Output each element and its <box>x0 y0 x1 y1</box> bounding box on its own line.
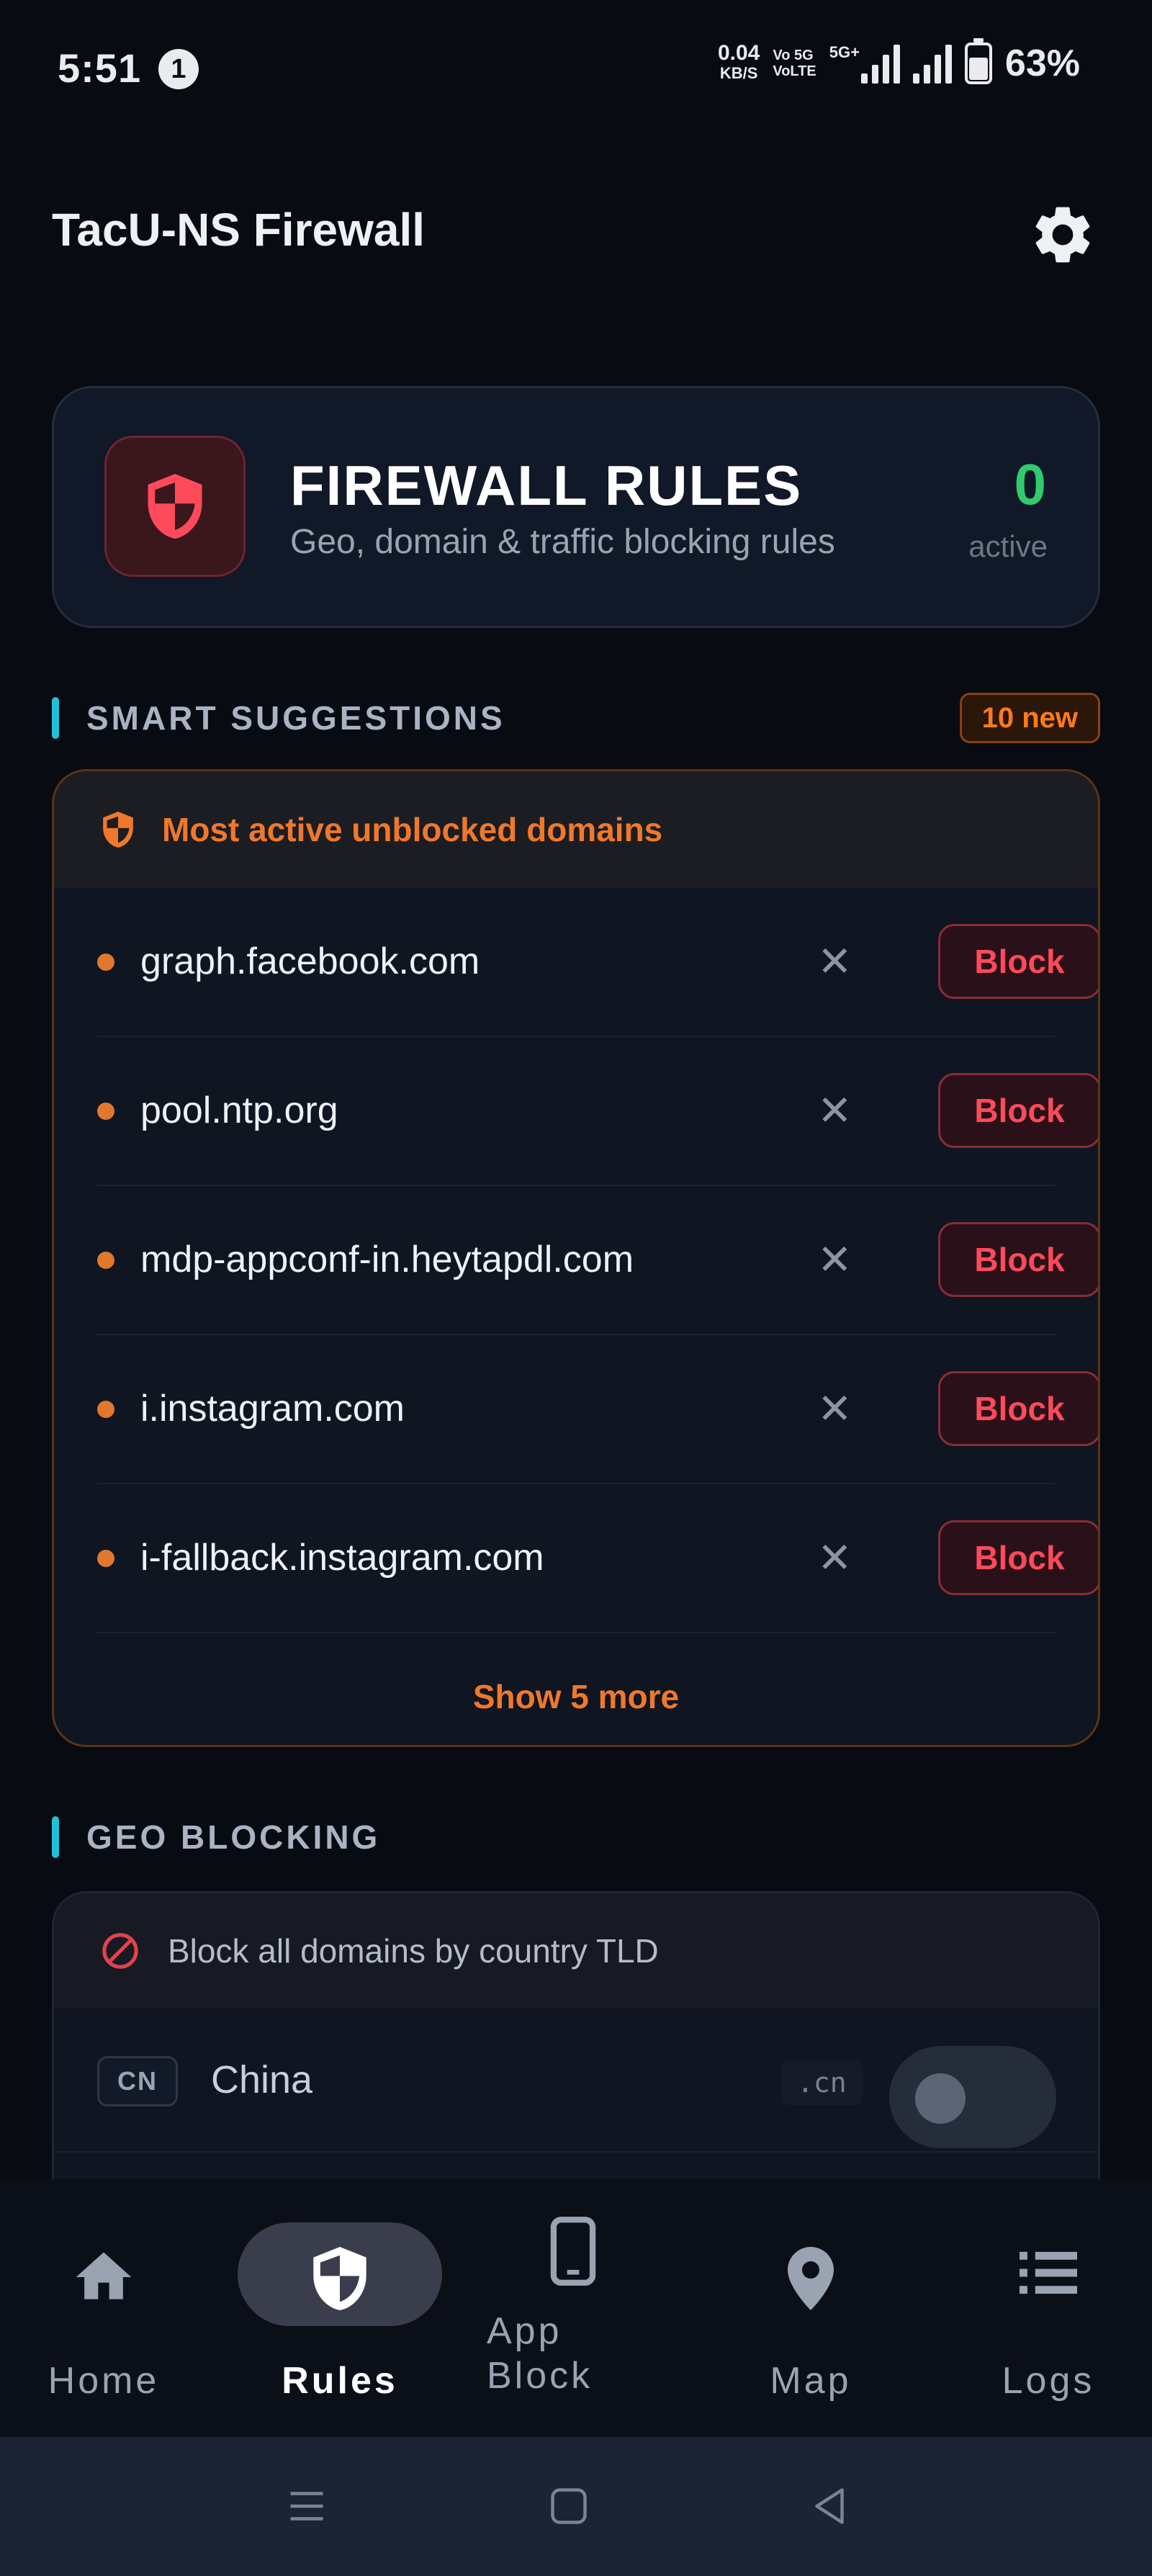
country-toggle[interactable] <box>889 2046 1056 2148</box>
volte-indicator: Vo 5G VoLTE <box>773 48 816 79</box>
dismiss-icon[interactable]: ✕ <box>817 1384 852 1433</box>
block-button[interactable]: Block <box>938 1073 1098 1148</box>
list-icon <box>1020 2251 1077 2294</box>
domain-label: pool.ntp.org <box>140 1090 338 1131</box>
tld-label: .cn <box>781 2060 863 2105</box>
tab-logs[interactable]: Logs <box>940 2179 1152 2437</box>
country-name: China <box>211 2058 313 2101</box>
net-speed-unit: KB/S <box>719 64 758 82</box>
list-item: pool.ntp.org ✕ Block <box>97 1037 1098 1186</box>
tab-label: Rules <box>282 2360 398 2402</box>
dot-icon <box>97 1252 114 1269</box>
status-bar: 5:51 1 0.04 KB/S Vo 5G VoLTE 5G+ 63% <box>0 0 1152 137</box>
tab-map[interactable]: Map <box>703 2179 919 2437</box>
dismiss-icon[interactable]: ✕ <box>817 1235 852 1284</box>
list-item: mdp-appconf-in.heytapdl.com ✕ Block <box>97 1186 1098 1335</box>
tab-home[interactable]: Home <box>0 2179 212 2437</box>
dismiss-icon[interactable]: ✕ <box>817 1086 852 1135</box>
list-item: i.instagram.com ✕ Block <box>97 1335 1098 1484</box>
hero-title: FIREWALL RULES <box>290 454 803 517</box>
tab-app-block[interactable]: App Block <box>465 2179 681 2437</box>
new-suggestions-badge: 10 new <box>959 693 1100 743</box>
geo-blocking-card: Block all domains by country TLD CN Chin… <box>52 1891 1100 2194</box>
domain-label: mdp-appconf-in.heytapdl.com <box>140 1239 634 1280</box>
block-button[interactable]: Block <box>938 1222 1098 1297</box>
notification-count-icon: 1 <box>158 49 199 89</box>
geo-header-text: Block all domains by country TLD <box>168 1932 659 1970</box>
suggestions-header: Most active unblocked domains <box>54 771 1098 888</box>
domain-label: graph.facebook.com <box>140 941 480 982</box>
geo-header: Block all domains by country TLD <box>54 1893 1098 2009</box>
shield-icon <box>148 474 202 539</box>
section-geo-blocking: GEO BLOCKING <box>52 1816 380 1858</box>
dot-icon <box>97 953 114 971</box>
country-row: CN China .cn <box>54 2009 1098 2153</box>
hero-subtitle: Geo, domain & traffic blocking rules <box>290 523 835 561</box>
block-icon <box>102 1933 138 1969</box>
phone-icon <box>550 2217 596 2286</box>
app-title: TacU-NS Firewall <box>52 204 426 256</box>
section-smart-suggestions: SMART SUGGESTIONS <box>52 697 505 739</box>
volte-top: Vo 5G <box>773 48 814 63</box>
home-square-icon[interactable] <box>547 2485 590 2528</box>
hero-icon-container <box>104 436 246 577</box>
tab-label: Map <box>770 2360 852 2402</box>
dismiss-icon[interactable]: ✕ <box>817 937 852 986</box>
list-item: i-fallback.instagram.com ✕ Block <box>97 1484 1098 1633</box>
system-navigation-bar <box>0 2437 1152 2576</box>
suggestions-card: Most active unblocked domains graph.face… <box>52 769 1100 1747</box>
section-accent-bar <box>52 1816 59 1858</box>
net-speed: 0.04 KB/S <box>717 41 760 84</box>
tab-label: Logs <box>1002 2360 1095 2402</box>
tab-label: Home <box>48 2360 160 2402</box>
section-accent-bar <box>52 697 59 739</box>
country-code-badge: CN <box>97 2056 178 2106</box>
dot-icon <box>97 1550 114 1567</box>
list-item: graph.facebook.com ✕ Block <box>97 888 1098 1037</box>
block-button[interactable]: Block <box>938 924 1098 999</box>
active-label: active <box>968 529 1048 563</box>
block-button[interactable]: Block <box>938 1520 1098 1595</box>
gear-icon[interactable] <box>1028 200 1097 269</box>
map-pin-icon <box>788 2247 834 2310</box>
network-type: 5G+ <box>829 43 860 61</box>
status-indicators: 0.04 KB/S Vo 5G VoLTE 5G+ 63% <box>717 38 1080 85</box>
signal-1-icon: 5G+ <box>829 43 900 84</box>
dot-icon <box>97 1103 114 1120</box>
firewall-rules-card: FIREWALL RULES Geo, domain & traffic blo… <box>52 386 1100 628</box>
battery-icon <box>964 38 992 84</box>
domain-label: i.instagram.com <box>140 1388 405 1430</box>
tab-rules[interactable]: Rules <box>232 2179 448 2437</box>
shield-icon <box>313 2247 366 2310</box>
status-time: 5:51 <box>58 45 142 91</box>
section-title: SMART SUGGESTIONS <box>86 699 505 737</box>
dismiss-icon[interactable]: ✕ <box>817 1533 852 1582</box>
shield-icon <box>103 812 133 848</box>
menu-icon[interactable] <box>285 2485 328 2528</box>
dot-icon <box>97 1401 114 1418</box>
domain-label: i-fallback.instagram.com <box>140 1537 544 1579</box>
show-more-button[interactable]: Show 5 more <box>54 1677 1098 1716</box>
bottom-navigation: Home Rules App Block Map Logs <box>0 2179 1152 2437</box>
net-speed-value: 0.04 <box>717 41 760 65</box>
section-title: GEO BLOCKING <box>86 1818 381 1856</box>
volte-bottom: VoLTE <box>773 63 816 79</box>
signal-2-icon <box>912 43 952 84</box>
battery-percent: 63% <box>1004 42 1080 84</box>
back-icon[interactable] <box>808 2485 851 2528</box>
home-icon <box>76 2252 132 2299</box>
active-rule-count: 0 <box>1014 452 1047 516</box>
tab-label: App Block <box>487 2310 593 2397</box>
block-button[interactable]: Block <box>938 1371 1098 1446</box>
suggestions-header-text: Most active unblocked domains <box>162 811 663 848</box>
